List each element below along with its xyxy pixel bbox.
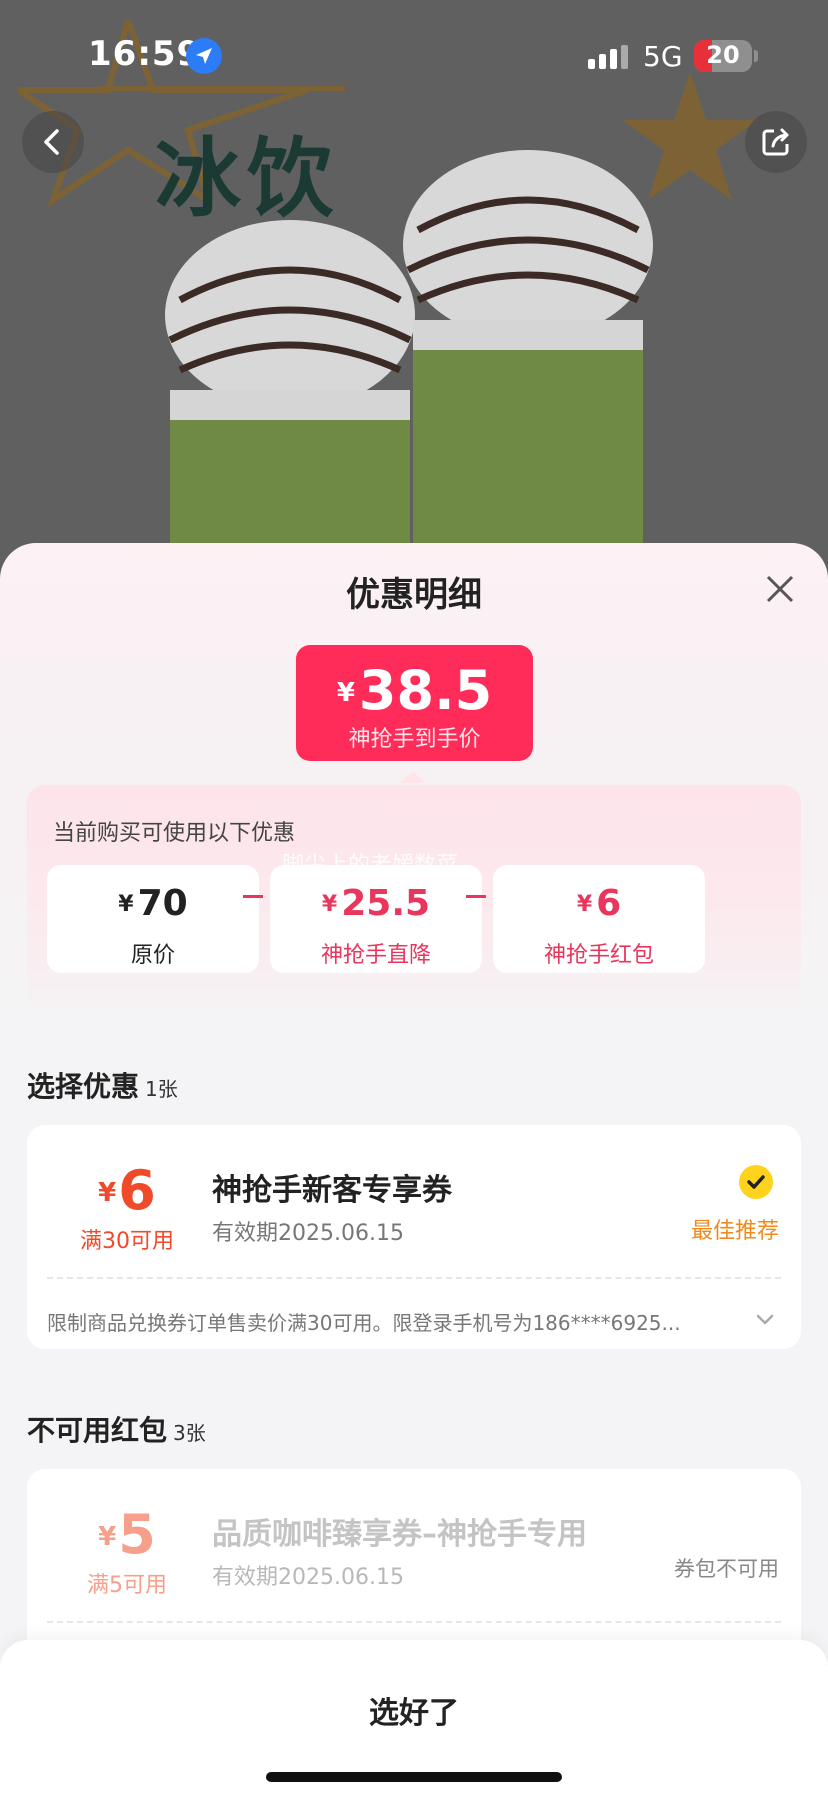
battery-tip xyxy=(754,50,758,62)
battery-icon: 20 xyxy=(694,40,752,72)
discount-caption: 当前购买可使用以下优惠 xyxy=(53,821,296,846)
direct-discount: ¥25.5 xyxy=(270,883,482,924)
original-price-value: 70 xyxy=(137,883,188,924)
best-recommendation-badge: 最佳推荐 xyxy=(690,1219,779,1244)
section-count: 3张 xyxy=(173,1421,206,1445)
done-button[interactable]: 选好了 xyxy=(0,1688,828,1732)
red-packet: ¥6 xyxy=(493,883,705,924)
red-packet-value: 6 xyxy=(596,883,622,924)
home-indicator xyxy=(266,1772,562,1782)
discount-detail-sheet: 优惠明细 ¥38.5 神抢手到手价 当前购买可使用以下优惠 脚尖上的老嫒数菜 ¥… xyxy=(0,543,828,1795)
section-count: 1张 xyxy=(145,1077,178,1101)
network-type: 5G xyxy=(643,40,683,73)
section-title: 不可用红包 xyxy=(27,1414,168,1447)
final-price-value: 38.5 xyxy=(358,659,493,722)
direct-discount-value: 25.5 xyxy=(341,883,431,924)
checkmark-icon[interactable] xyxy=(739,1165,773,1199)
direct-discount-label: 神抢手直降 xyxy=(320,943,431,968)
hero-title: 冰饮 xyxy=(155,129,339,229)
coupon-name: 品质咖啡臻享券–神抢手专用 xyxy=(212,1517,587,1552)
currency-symbol: ¥ xyxy=(118,892,134,917)
original-price-card: ¥70 原价 xyxy=(47,865,259,973)
divider xyxy=(47,1621,781,1623)
chevron-left-icon xyxy=(44,129,59,155)
coupon-card[interactable]: ¥6 满30可用 神抢手新客专享券 有效期2025.06.15 最佳推荐 限制商… xyxy=(27,1125,801,1349)
final-price: ¥38.5 xyxy=(296,659,533,722)
status-bar: 16:59 5G 20 xyxy=(0,0,828,110)
coupon-rule: 限制商品兑换券订单售卖价满30可用。限登录手机号为186****6925... xyxy=(47,1311,681,1335)
close-icon[interactable] xyxy=(758,567,802,611)
coupon-name: 神抢手新客专享券 xyxy=(212,1173,452,1208)
final-price-badge: ¥38.5 神抢手到手价 xyxy=(296,645,533,761)
drink-image xyxy=(403,150,653,600)
bottom-action-bar: 选好了 xyxy=(0,1640,828,1795)
minus-sign xyxy=(243,895,263,898)
red-packet-label: 神抢手红包 xyxy=(543,943,654,968)
status-time: 16:59 xyxy=(88,34,202,74)
direct-discount-card: ¥25.5 神抢手直降 xyxy=(270,865,482,973)
share-button[interactable] xyxy=(745,111,807,173)
red-packet-card: ¥6 神抢手红包 xyxy=(493,865,705,973)
location-arrow-icon xyxy=(186,38,222,74)
currency-symbol: ¥ xyxy=(98,1522,117,1552)
unavailable-reason: 券包不可用 xyxy=(674,1557,779,1581)
currency-symbol: ¥ xyxy=(336,678,355,708)
back-button[interactable] xyxy=(22,111,84,173)
share-icon xyxy=(762,128,789,156)
cellular-signal-icon xyxy=(588,45,628,69)
currency-symbol: ¥ xyxy=(321,892,338,917)
currency-symbol: ¥ xyxy=(576,892,593,917)
chevron-down-icon[interactable] xyxy=(755,1313,775,1327)
original-price-label: 原价 xyxy=(130,943,175,968)
discount-breakdown: 当前购买可使用以下优惠 脚尖上的老嫒数菜 ¥70 原价 ¥25.5 神抢手直降 … xyxy=(27,785,801,1015)
battery-percent: 20 xyxy=(706,41,740,69)
select-discount-heading: 选择优惠 1张 xyxy=(27,1065,178,1105)
price-pointer xyxy=(400,771,426,783)
minus-sign xyxy=(466,895,486,898)
sheet-title: 优惠明细 xyxy=(346,575,482,615)
divider xyxy=(47,1277,781,1279)
original-price: ¥70 xyxy=(47,883,259,924)
unavailable-heading: 不可用红包 3张 xyxy=(27,1409,206,1449)
final-price-label: 神抢手到手价 xyxy=(348,727,481,752)
section-title: 选择优惠 xyxy=(27,1070,140,1103)
currency-symbol: ¥ xyxy=(98,1178,117,1208)
